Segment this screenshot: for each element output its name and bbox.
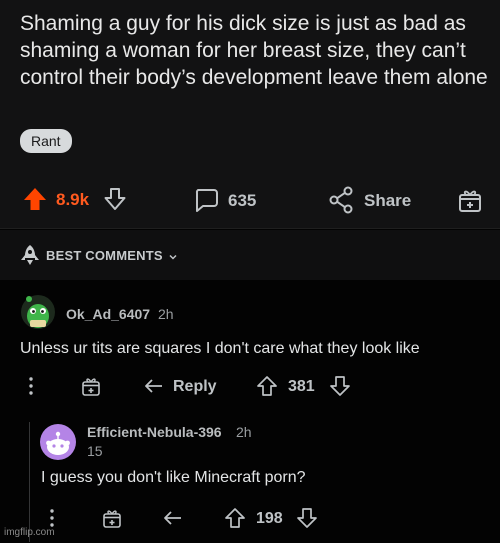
- share-icon[interactable]: [328, 186, 354, 214]
- comment-icon[interactable]: [192, 186, 220, 214]
- avatar[interactable]: [20, 294, 56, 330]
- comment-text: Unless ur tits are squares I don't care …: [20, 340, 420, 357]
- post-card: Shaming a guy for his dick size is just …: [0, 0, 500, 228]
- comments-list: Ok_Ad_6407 2h Unless ur tits are squares…: [0, 282, 500, 543]
- upvote-icon[interactable]: [22, 186, 48, 212]
- downvote-icon[interactable]: [102, 186, 128, 212]
- divider: [0, 228, 500, 229]
- post-score: 8.9k: [56, 190, 90, 209]
- upvote-icon[interactable]: [256, 375, 278, 397]
- share-button[interactable]: Share: [364, 191, 411, 211]
- user-flair: 15: [87, 443, 103, 459]
- chevron-down-icon[interactable]: [168, 249, 178, 260]
- downvote-icon[interactable]: [296, 507, 318, 529]
- post-action-bar: 8.9k 635 Share: [0, 182, 500, 218]
- comment-score: 381: [288, 378, 315, 395]
- comment-username[interactable]: Efficient-Nebula-396: [87, 424, 222, 440]
- reply-comment: Efficient-Nebula-396 2h 15 I guess you d…: [0, 410, 500, 543]
- avatar[interactable]: [40, 424, 76, 460]
- comment-time: 2h: [158, 306, 174, 322]
- comment-text: I guess you don't like Minecraft porn?: [41, 469, 306, 486]
- more-options-icon[interactable]: [47, 508, 57, 528]
- downvote-icon[interactable]: [329, 375, 351, 397]
- reply-icon[interactable]: [143, 377, 165, 395]
- sort-bar[interactable]: BEST COMMENTS: [0, 230, 500, 280]
- comment-time: 2h: [236, 424, 252, 440]
- more-options-icon[interactable]: [26, 376, 36, 396]
- post-flair[interactable]: Rant: [20, 129, 72, 153]
- reply-button[interactable]: Reply: [173, 378, 217, 396]
- award-icon[interactable]: [456, 186, 484, 214]
- post-title[interactable]: Shaming a guy for his dick size is just …: [20, 10, 490, 91]
- comment-score: 198: [256, 510, 283, 527]
- comments-count[interactable]: 635: [228, 191, 256, 211]
- rocket-icon: [20, 244, 40, 266]
- comment-username[interactable]: Ok_Ad_6407: [66, 306, 150, 322]
- comment: Ok_Ad_6407 2h Unless ur tits are squares…: [0, 282, 500, 410]
- award-icon[interactable]: [80, 375, 102, 397]
- reply-icon[interactable]: [162, 509, 184, 527]
- award-icon[interactable]: [101, 507, 123, 529]
- sort-label[interactable]: BEST COMMENTS: [46, 248, 163, 263]
- watermark: imgflip.com: [4, 527, 55, 538]
- upvote-icon[interactable]: [224, 507, 246, 529]
